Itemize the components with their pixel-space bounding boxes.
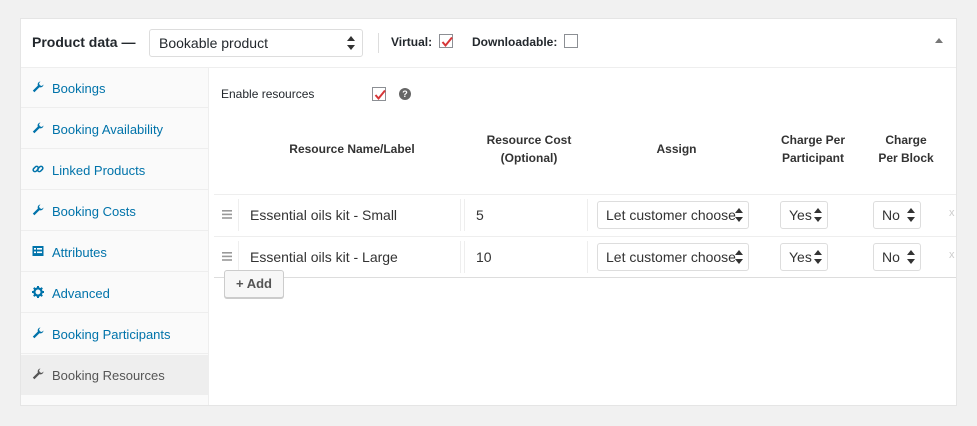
- tab-label: Booking Costs: [52, 204, 136, 219]
- help-icon[interactable]: ?: [399, 88, 411, 100]
- virtual-label: Virtual:: [391, 35, 433, 49]
- select-arrows-icon: [814, 208, 822, 222]
- downloadable-label: Downloadable:: [472, 35, 558, 49]
- tab-linked-products[interactable]: Linked Products: [21, 150, 208, 190]
- assign-select[interactable]: Let customer choose: [597, 201, 749, 229]
- column-header-cost: Resource Cost (Optional): [486, 133, 572, 165]
- product-type-select[interactable]: Bookable product: [149, 29, 363, 57]
- tab-advanced[interactable]: Advanced: [21, 273, 208, 313]
- drag-handle-icon[interactable]: [222, 210, 232, 219]
- booking-resources-panel: Enable resources ? Resource Name/Label R…: [209, 68, 956, 405]
- tab-bookings[interactable]: Bookings: [21, 68, 208, 108]
- tab-label: Bookings: [52, 81, 106, 96]
- column-header-per-block: Charge Per Block: [878, 133, 934, 165]
- tab-label: Booking Participants: [52, 327, 171, 342]
- wrench-icon: [32, 204, 44, 216]
- tab-label: Booking Availability: [52, 122, 164, 137]
- per-block-select[interactable]: No: [873, 243, 921, 271]
- resource-name-input[interactable]: Essential oils kit - Large: [238, 241, 461, 273]
- tab-booking-costs[interactable]: Booking Costs: [21, 191, 208, 231]
- per-block-value: No: [882, 249, 900, 265]
- list-icon: [32, 246, 44, 256]
- tab-label: Booking Resources: [52, 368, 165, 383]
- resource-cost-input[interactable]: 10: [464, 241, 588, 273]
- per-block-value: No: [882, 207, 900, 223]
- column-header-name: Resource Name/Label: [289, 142, 415, 156]
- enable-resources-label: Enable resources: [221, 87, 315, 101]
- tab-label: Linked Products: [52, 163, 146, 178]
- drag-handle-icon[interactable]: [222, 252, 232, 261]
- assign-select[interactable]: Let customer choose: [597, 243, 749, 271]
- assign-value: Let customer choose: [606, 207, 736, 223]
- assign-value: Let customer choose: [606, 249, 736, 265]
- resource-row: Essential oils kit - Large 10 Let custom…: [214, 236, 956, 277]
- product-data-panel: Product data — Bookable product Virtual:…: [20, 18, 957, 406]
- wrench-icon: [32, 327, 44, 339]
- collapse-arrow-icon[interactable]: [935, 38, 943, 43]
- resource-row: Essential oils kit - Small 5 Let custome…: [214, 194, 956, 235]
- select-arrows-icon: [814, 250, 822, 264]
- resource-cost-input[interactable]: 5: [464, 199, 588, 231]
- per-block-select[interactable]: No: [873, 201, 921, 229]
- per-participant-select[interactable]: Yes: [780, 201, 828, 229]
- column-header-per-participant: Charge Per Participant: [780, 133, 846, 165]
- add-resource-button[interactable]: + Add: [224, 270, 284, 298]
- select-arrows-icon: [907, 250, 915, 264]
- wrench-icon: [32, 368, 44, 380]
- per-participant-value: Yes: [789, 207, 812, 223]
- product-data-header: Product data — Bookable product Virtual:…: [21, 19, 956, 68]
- per-participant-select[interactable]: Yes: [780, 243, 828, 271]
- resource-name-input[interactable]: Essential oils kit - Small: [238, 199, 461, 231]
- select-arrows-icon: [735, 208, 743, 222]
- per-participant-value: Yes: [789, 249, 812, 265]
- tab-attributes[interactable]: Attributes: [21, 232, 208, 272]
- select-arrows-icon: [347, 36, 355, 50]
- tab-label: Attributes: [52, 245, 107, 260]
- checkmark-icon: [374, 89, 386, 101]
- enable-resources-checkbox[interactable]: [372, 87, 386, 101]
- tab-booking-resources[interactable]: Booking Resources: [21, 355, 208, 395]
- column-header-assign: Assign: [656, 142, 697, 156]
- gear-icon: [32, 286, 44, 298]
- wrench-icon: [32, 81, 44, 93]
- tab-booking-availability[interactable]: Booking Availability: [21, 109, 208, 149]
- product-data-tabs: Bookings Booking Availability Linked Pro…: [21, 68, 209, 405]
- wrench-icon: [32, 122, 44, 134]
- checkmark-icon: [441, 36, 453, 48]
- tab-booking-participants[interactable]: Booking Participants: [21, 314, 208, 354]
- remove-row-button[interactable]: x: [949, 249, 955, 261]
- table-bottom-border: [214, 277, 956, 278]
- virtual-checkbox[interactable]: [439, 34, 453, 48]
- select-arrows-icon: [907, 208, 915, 222]
- header-separator: [378, 33, 379, 53]
- select-arrows-icon: [735, 250, 743, 264]
- tab-label: Advanced: [52, 286, 110, 301]
- downloadable-checkbox[interactable]: [564, 34, 578, 48]
- product-data-title: Product data —: [32, 34, 136, 50]
- link-icon: [32, 165, 44, 173]
- product-type-value: Bookable product: [159, 35, 268, 51]
- remove-row-button[interactable]: x: [949, 207, 955, 219]
